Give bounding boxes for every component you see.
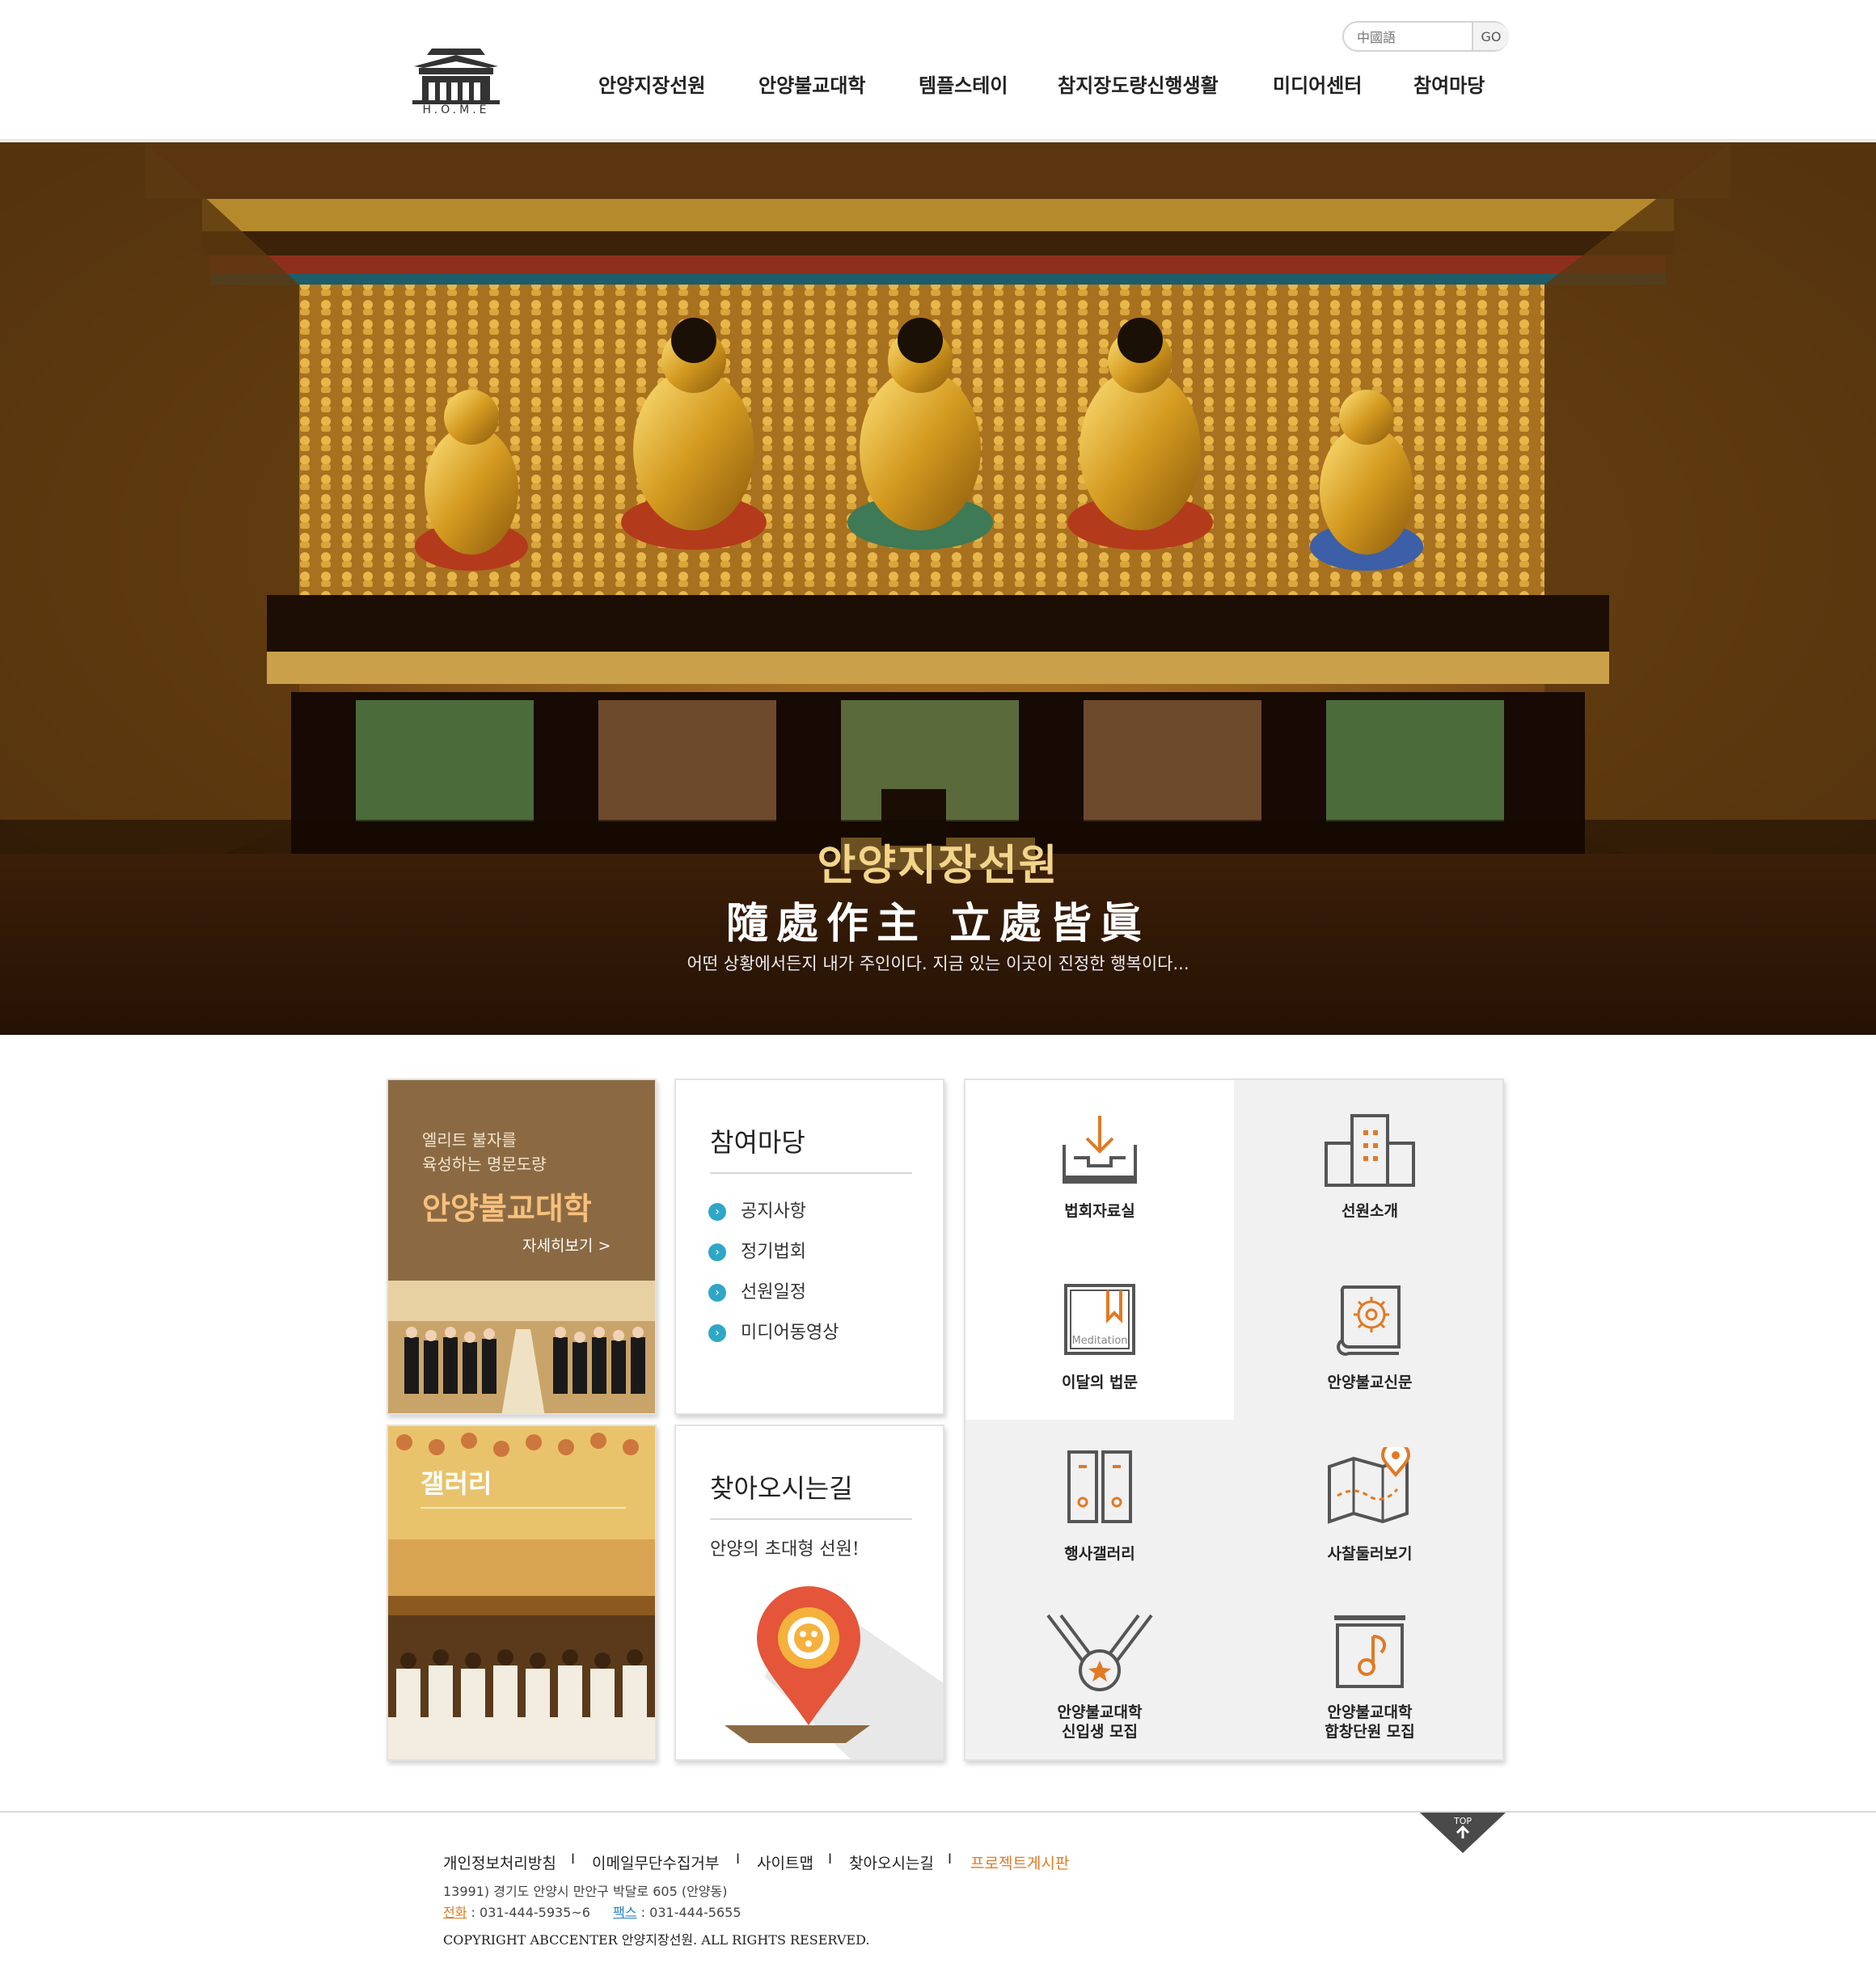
quick-link-temple-tour[interactable]: 사찰둘러보기 — [1236, 1423, 1504, 1593]
map-subtitle: 안양의 초대형 선원! — [710, 1539, 860, 1560]
chevron-right-icon: › — [708, 1324, 726, 1342]
college-promo-card[interactable]: 엘리트 불자를 육성하는 명문도량 안양불교대학 자세히보기 > — [387, 1079, 657, 1415]
quick-link-event-gallery[interactable]: 행사갤러리 — [965, 1423, 1234, 1593]
chevron-right-icon: › — [708, 1284, 726, 1302]
site-header: H.O.M.E GO 안양지장선원 안양불교대학 템플스테이 참지장도량신행생활… — [0, 0, 1876, 141]
nav-item-templestay[interactable]: 템플스테이 — [919, 70, 1008, 98]
promo-line-1: 엘리트 불자를 — [422, 1130, 517, 1150]
quick-link-label: 이달의 법문 — [1061, 1374, 1138, 1391]
music-note-icon — [1334, 1615, 1405, 1688]
board-item-label: 선원일정 — [741, 1282, 806, 1302]
hero-description: 어떤 상황에서든지 내가 주인이다. 지금 있는 이곳이 진정한 행복이다... — [687, 954, 1189, 973]
promo-line-2: 육성하는 명문도량 — [422, 1155, 547, 1174]
quick-link-label: 안양불교대학 — [1327, 1703, 1413, 1721]
phone-number: : 031-444-5935~6 — [467, 1905, 590, 1920]
hero-title: 안양지장선원 — [817, 841, 1059, 890]
nav-item-media-center[interactable]: 미디어센터 — [1273, 70, 1362, 98]
board-item-label: 공지사항 — [741, 1201, 806, 1222]
footer-separator: I — [828, 1851, 833, 1868]
scroll-top-button[interactable]: TOP — [1420, 1813, 1506, 1853]
gallery-title: 갤러리 — [420, 1468, 492, 1499]
nav-item-buddhist-college[interactable]: 안양불교대학 — [758, 70, 865, 98]
lotus-book-icon — [1337, 1285, 1401, 1356]
directions-card[interactable]: 찾아오시는길 안양의 초대형 선원! — [674, 1425, 944, 1761]
medal-icon — [1046, 1614, 1153, 1691]
location-pin-icon — [725, 1586, 943, 1759]
search-box: GO — [1342, 21, 1509, 52]
download-tray-icon — [1063, 1116, 1137, 1184]
fax-number: : 031-444-5655 — [636, 1905, 742, 1920]
gallery-card[interactable]: 갤러리 — [387, 1425, 657, 1761]
quick-link-label: 행사갤러리 — [1064, 1545, 1135, 1563]
graduation-photo — [388, 1281, 655, 1413]
promo-more-link[interactable]: 자세히보기 > — [522, 1234, 611, 1256]
board-item-label: 정기법회 — [741, 1242, 806, 1262]
footer-separator: I — [736, 1851, 741, 1868]
building-icon — [1325, 1114, 1415, 1187]
map-title: 찾아오시는길 — [710, 1473, 853, 1504]
quick-link-label: 사찰둘러보기 — [1327, 1545, 1413, 1563]
fax-label: 팩스 — [613, 1905, 637, 1920]
quick-link-monthly-sermon[interactable]: Meditation 이달의 법문 — [965, 1252, 1234, 1421]
top-label: TOP — [1453, 1816, 1472, 1826]
quick-link-label-line2: 합창단원 모집 — [1325, 1723, 1415, 1741]
quick-link-dharma-archive[interactable]: 법회자료실 — [965, 1080, 1234, 1250]
nav-item-community[interactable]: 참여마당 — [1413, 70, 1485, 98]
quick-link-about-temple[interactable]: 선원소개 — [1236, 1080, 1504, 1250]
search-go-button[interactable]: GO — [1472, 23, 1509, 50]
footer-link-privacy[interactable]: 개인정보처리방침 — [443, 1851, 556, 1873]
site-footer: TOP 개인정보처리방침 I 이메일무단수집거부 I 사이트맵 I 찾아오시는길… — [0, 1811, 1876, 1984]
hero-banner: 안양지장선원 隨處作主 立處皆眞 어떤 상황에서든지 내가 주인이다. 지금 있… — [0, 142, 1876, 1035]
community-board-card: 참여마당 › 공지사항 › 정기법회 › 선원일정 › 미디어동영상 — [674, 1079, 944, 1415]
footer-contact: 전화 : 031-444-5935~6 팩스 : 031-444-5655 — [443, 1902, 742, 1921]
board-item-schedule[interactable]: › 선원일정 — [708, 1277, 806, 1302]
hero-subtitle: 隨處作主 立處皆眞 — [725, 899, 1151, 948]
board-item-regular-dharma[interactable]: › 정기법회 — [708, 1237, 806, 1262]
quick-link-label: 선원소개 — [1342, 1202, 1398, 1220]
phone-label: 전화 — [443, 1905, 467, 1920]
quick-link-label-line2: 신입생 모집 — [1061, 1723, 1138, 1741]
quick-link-label: 안양불교대학 — [1057, 1703, 1143, 1721]
double-door-icon — [1067, 1450, 1132, 1523]
footer-link-project-board[interactable]: 프로젝트게시판 — [970, 1851, 1069, 1873]
nav-item-practice-life[interactable]: 참지장도량신행생활 — [1058, 70, 1219, 98]
quick-link-label: 법회자료실 — [1064, 1202, 1135, 1220]
quick-link-label: 안양불교신문 — [1327, 1374, 1413, 1391]
board-title[interactable]: 참여마당 — [710, 1122, 805, 1159]
quick-link-freshman-recruit[interactable]: 안양불교대학 신입생 모집 — [965, 1594, 1234, 1764]
gallery-title-divider — [420, 1507, 626, 1509]
search-input[interactable] — [1355, 27, 1468, 47]
footer-link-directions[interactable]: 찾아오시는길 — [849, 1851, 934, 1873]
footer-address: 13991) 경기도 안양시 만안구 박달로 605 (안양동) — [443, 1884, 728, 1899]
board-item-media-video[interactable]: › 미디어동영상 — [708, 1318, 839, 1343]
icon-badge-text: Meditation — [1071, 1335, 1127, 1347]
footer-link-email-refusal[interactable]: 이메일무단수집거부 — [592, 1851, 719, 1873]
logo-text[interactable]: H.O.M.E — [414, 103, 498, 116]
board-item-label: 미디어동영상 — [741, 1323, 839, 1343]
board-item-notice[interactable]: › 공지사항 — [708, 1197, 806, 1222]
nav-item-anyang-jijang[interactable]: 안양지장선원 — [598, 70, 705, 98]
quick-link-newspaper[interactable]: 안양불교신문 — [1236, 1252, 1504, 1421]
map-divider — [710, 1518, 912, 1520]
footer-link-sitemap[interactable]: 사이트맵 — [757, 1851, 813, 1873]
promo-title: 안양불교대학 — [422, 1190, 592, 1226]
footer-copyright: COPYRIGHT ABCCENTER 안양지장선원. ALL RIGHTS R… — [443, 1932, 870, 1948]
bookmark-book-icon: Meditation — [1064, 1284, 1135, 1355]
board-divider — [710, 1172, 912, 1174]
map-pin-icon — [1328, 1447, 1411, 1524]
chevron-right-icon: › — [708, 1243, 726, 1261]
quick-links-grid: 법회자료실 선원소개 Meditation 이달의 법문 안양불교신문 행사갤러… — [964, 1079, 1504, 1761]
footer-separator: I — [948, 1851, 953, 1868]
quick-link-choir-recruit[interactable]: 안양불교대학 합창단원 모집 — [1236, 1594, 1504, 1764]
chevron-right-icon: › — [708, 1203, 726, 1221]
footer-separator: I — [571, 1851, 576, 1868]
